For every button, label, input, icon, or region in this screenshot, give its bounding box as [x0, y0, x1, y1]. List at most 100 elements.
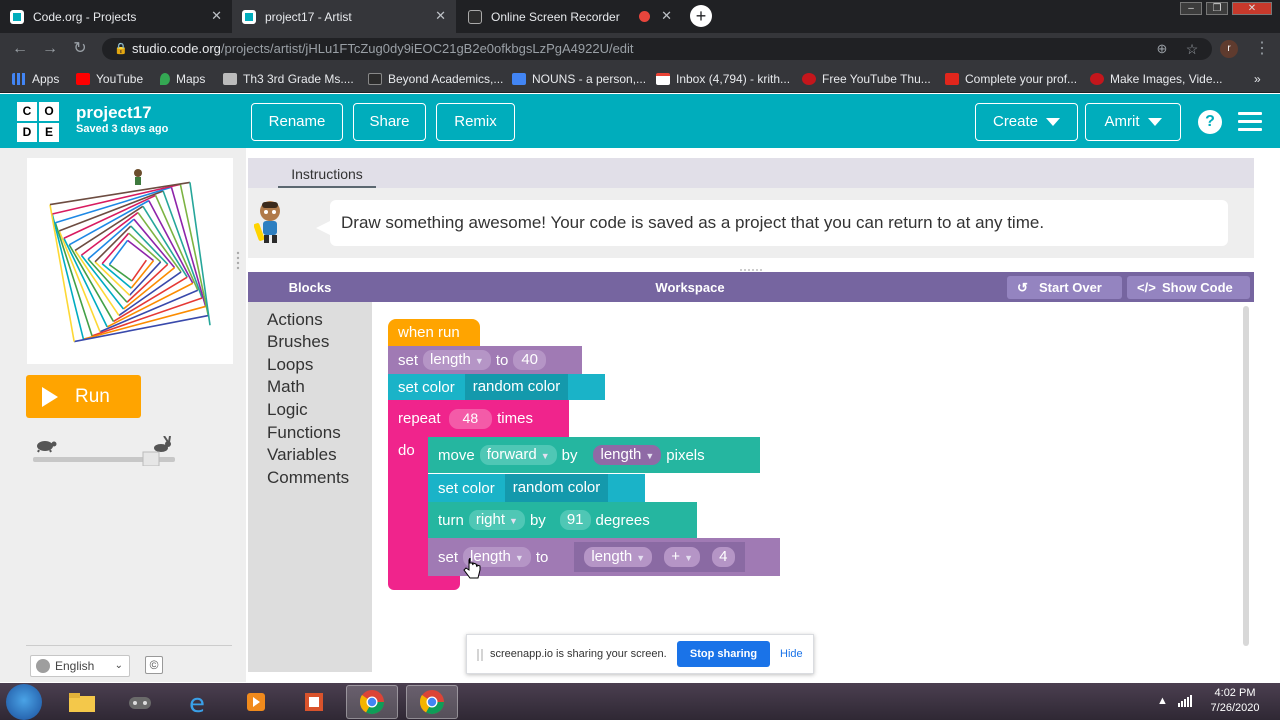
run-button[interactable]: Run [26, 375, 141, 418]
category-variables[interactable]: Variables [267, 445, 337, 465]
category-functions[interactable]: Functions [267, 423, 341, 443]
set-color-block[interactable]: set color random color [388, 374, 605, 400]
user-menu-button[interactable]: Amrit [1085, 103, 1181, 141]
bookmark-make-images[interactable]: Make Images, Vide... [1090, 70, 1223, 88]
language-select[interactable]: English ⌄ [30, 655, 130, 677]
drag-handle-icon[interactable] [477, 648, 483, 661]
category-comments[interactable]: Comments [267, 468, 349, 488]
address-bar[interactable]: 🔒 studio.code.org/projects/artist/jHLu1F… [102, 38, 1212, 60]
chrome-icon[interactable] [346, 685, 398, 719]
show-code-button[interactable]: </> Show Code [1127, 276, 1250, 299]
codeorg-favicon-icon [242, 9, 256, 24]
browser-tab-artist[interactable]: project17 - Artist ✕ [232, 0, 456, 33]
math-arithmetic-block[interactable]: length ▼ + ▼ 4 [574, 542, 745, 572]
bookmark-3rd-grade[interactable]: Th3 3rd Grade Ms.... [223, 70, 354, 88]
close-window-button[interactable]: ✕ [1232, 2, 1272, 15]
remix-button[interactable]: Remix [436, 103, 515, 141]
stop-sharing-button[interactable]: Stop sharing [677, 641, 770, 667]
windows-start-icon[interactable] [6, 684, 42, 720]
forward-arrow-icon[interactable]: → [40, 39, 60, 59]
when-run-block[interactable]: when run [388, 319, 480, 346]
direction-dropdown[interactable]: forward ▼ [479, 445, 557, 465]
close-tab-icon[interactable]: ✕ [661, 8, 672, 24]
create-menu-button[interactable]: Create [975, 103, 1078, 141]
direction-dropdown[interactable]: right ▼ [468, 510, 525, 530]
close-tab-icon[interactable]: ✕ [211, 8, 222, 24]
hide-button[interactable]: Hide [780, 648, 803, 660]
drag-handle-icon[interactable] [740, 262, 762, 275]
zoom-icon[interactable]: ⊕ [1152, 39, 1172, 59]
games-icon[interactable] [114, 685, 166, 719]
speed-slider[interactable] [33, 435, 175, 467]
number-input[interactable]: 4 [712, 547, 735, 567]
degrees-input[interactable]: 91 [559, 510, 591, 530]
variable-name: length [600, 446, 642, 463]
bookmark-maps[interactable]: Maps [160, 70, 205, 88]
category-math[interactable]: Math [267, 377, 305, 397]
logo-letter: D [17, 123, 37, 142]
variable-getter[interactable]: length ▼ [584, 547, 653, 567]
more-bookmarks-icon[interactable]: » [1254, 70, 1261, 88]
reload-icon[interactable]: ↻ [70, 39, 90, 59]
operator-dropdown[interactable]: + ▼ [664, 547, 700, 567]
instructions-text: Draw something awesome! Your code is sav… [330, 200, 1228, 246]
chrome-icon[interactable] [406, 685, 458, 719]
codeorg-logo[interactable]: C O D E [17, 102, 59, 142]
media-player-icon[interactable] [230, 685, 282, 719]
category-brushes[interactable]: Brushes [267, 332, 329, 352]
dropdown-arrow-icon: ▼ [645, 451, 655, 461]
bookmark-inbox[interactable]: Inbox (4,794) - krith... [656, 70, 790, 88]
repeat-count-input[interactable]: 48 [448, 408, 493, 429]
profile-avatar[interactable]: r [1220, 40, 1238, 58]
bookmark-youtube[interactable]: YouTube [76, 70, 143, 88]
minimize-window-button[interactable]: – [1180, 2, 1202, 15]
browser-tab-projects[interactable]: Code.org - Projects ✕ [0, 0, 232, 33]
internet-explorer-icon[interactable]: e [172, 685, 224, 719]
browser-menu-icon[interactable]: ⋮ [1252, 39, 1272, 59]
bookmark-complete-profile[interactable]: Complete your prof... [945, 70, 1077, 88]
show-code-label: Show Code [1162, 280, 1233, 295]
help-icon[interactable]: ? [1198, 110, 1222, 134]
bookmark-star-icon[interactable]: ☆ [1182, 39, 1202, 59]
bookmark-nouns[interactable]: NOUNS - a person,... [512, 70, 646, 88]
workspace-scrollbar[interactable] [1243, 306, 1249, 646]
number-input[interactable]: 40 [513, 350, 547, 370]
system-clock[interactable]: 4:02 PM 7/26/2020 [1200, 686, 1270, 716]
office-icon[interactable] [288, 685, 340, 719]
move-forward-block[interactable]: move forward ▼ by length ▼ pixels [428, 437, 760, 473]
dropdown-arrow-icon: ▼ [509, 516, 518, 526]
set-length-block[interactable]: set length ▼ to 40 [388, 346, 582, 374]
rename-button[interactable]: Rename [251, 103, 343, 141]
category-logic[interactable]: Logic [267, 400, 308, 420]
back-arrow-icon[interactable]: ← [10, 39, 30, 59]
random-color-block[interactable]: random color [464, 374, 569, 400]
tab-instructions[interactable]: Instructions [278, 159, 376, 188]
share-button[interactable]: Share [353, 103, 426, 141]
random-color-block[interactable]: random color [504, 474, 609, 502]
maximize-window-button[interactable]: ❐ [1206, 2, 1228, 15]
copyright-button[interactable]: © [145, 656, 163, 674]
close-tab-icon[interactable]: ✕ [435, 8, 446, 24]
repeat-block[interactable]: repeat 48 times [388, 400, 569, 437]
variable-dropdown[interactable]: length ▼ [423, 350, 491, 370]
slider-thumb[interactable] [142, 451, 160, 467]
bookmark-beyond-academics[interactable]: Beyond Academics,... [368, 70, 503, 88]
network-signal-icon[interactable] [1178, 695, 1192, 710]
bookmark-free-youtube[interactable]: Free YouTube Thu... [802, 70, 931, 88]
turn-block[interactable]: turn right ▼ by 91 degrees [428, 502, 697, 538]
new-tab-button[interactable]: + [690, 5, 712, 27]
block-label: random color [472, 378, 561, 395]
resize-grip-icon[interactable] [236, 250, 240, 270]
hamburger-menu-icon[interactable] [1238, 112, 1262, 132]
bookmark-apps[interactable]: Apps [12, 70, 59, 88]
category-actions[interactable]: Actions [267, 310, 323, 330]
apps-grid-icon [12, 73, 26, 85]
set-color-block[interactable]: set color random color [428, 474, 645, 502]
file-explorer-icon[interactable] [56, 685, 108, 719]
drawn-line [49, 181, 191, 206]
category-loops[interactable]: Loops [267, 355, 313, 375]
tray-expand-icon[interactable]: ▲ [1157, 695, 1168, 707]
browser-tab-recorder[interactable]: Online Screen Recorder ✕ [458, 0, 682, 33]
variable-getter[interactable]: length ▼ [593, 445, 662, 465]
start-over-button[interactable]: ↺ Start Over [1007, 276, 1122, 299]
